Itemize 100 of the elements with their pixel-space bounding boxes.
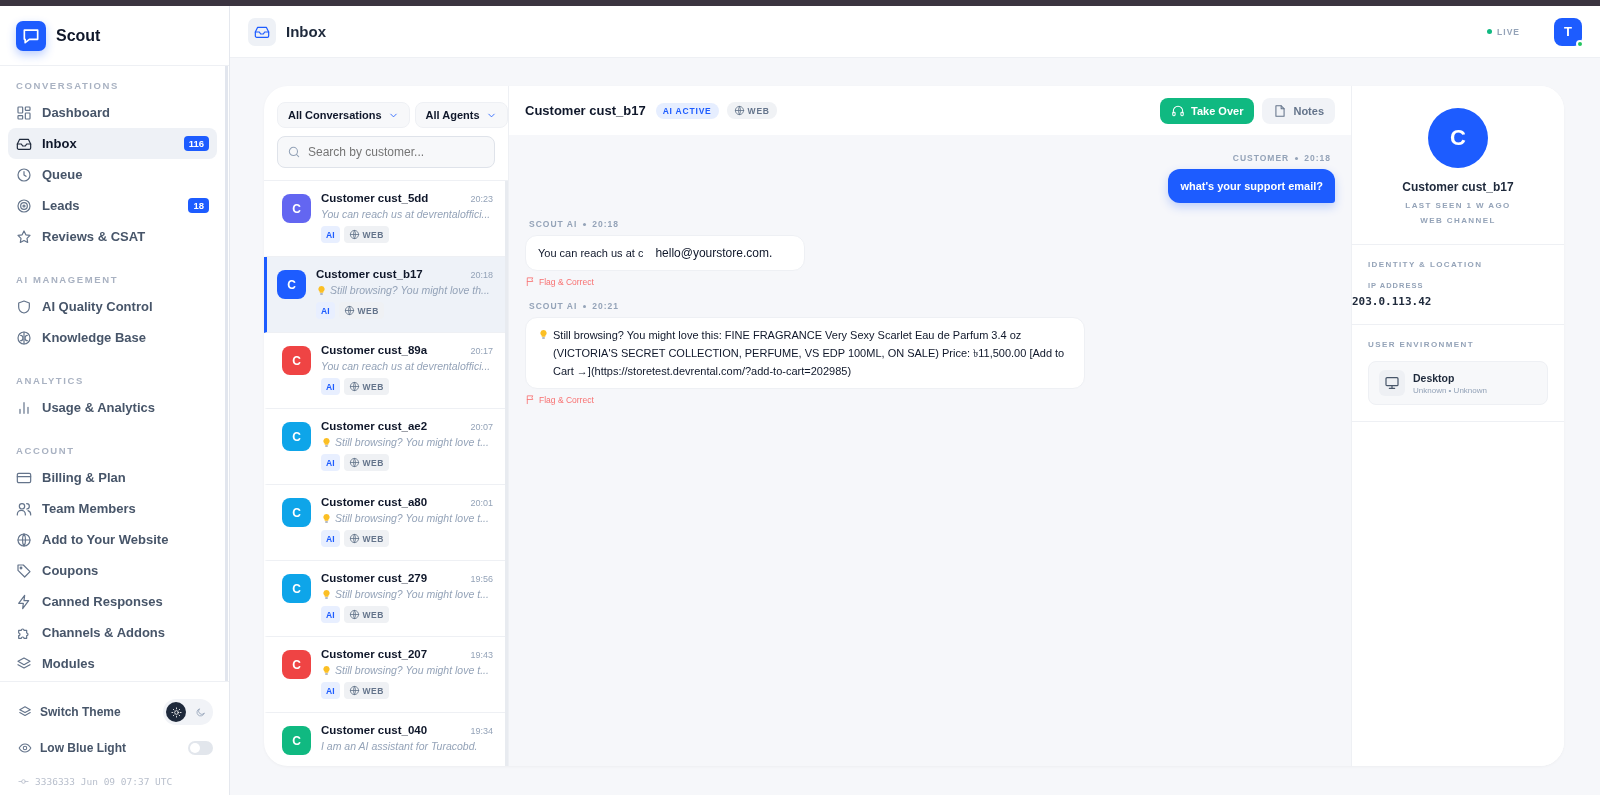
- conversation-item[interactable]: C Customer cust_a80 20:01 Still browsing? You might love t... AI WEB: [264, 485, 505, 561]
- flag-icon: [525, 394, 536, 405]
- bar-chart-icon: [16, 399, 32, 416]
- count-badge: 116: [183, 136, 209, 151]
- channel-tag: WEB: [343, 606, 389, 623]
- nav-item[interactable]: Reviews & CSAT: [8, 221, 217, 252]
- nav-item[interactable]: Team Members: [8, 493, 217, 524]
- sun-icon: [170, 706, 182, 718]
- conversation-item[interactable]: C Customer cust_207 19:43 Still browsing? You might love t... AI WEB: [264, 637, 505, 713]
- brain-icon: [16, 329, 32, 346]
- globe-icon: [348, 609, 360, 620]
- globe-icon: [733, 105, 745, 116]
- customer-name: Customer cust_a80: [321, 496, 428, 508]
- separator-dot: [583, 222, 587, 226]
- headset-icon: [1171, 103, 1186, 118]
- section-heading: USER ENVIRONMENT: [1368, 340, 1475, 349]
- ai-tag: AI: [321, 378, 340, 395]
- theme-switch[interactable]: [163, 699, 213, 725]
- conversation-title: Customer cust_b17: [525, 103, 646, 118]
- eye-comfort-label: Low Blue Light: [40, 741, 127, 755]
- globe-icon: [348, 381, 360, 392]
- message-preview: Still browsing? You might love t...: [335, 512, 489, 524]
- message-preview: Still browsing? You might love t...: [335, 436, 489, 448]
- nav-item[interactable]: Queue: [8, 159, 217, 190]
- globe-icon: [348, 229, 360, 240]
- customer-name: Customer cust_040: [321, 724, 428, 736]
- timestamp: 20:18: [1304, 153, 1331, 163]
- customer-name: Customer cust_207: [321, 648, 428, 660]
- search-field[interactable]: Search by customer...: [277, 136, 495, 168]
- conversation-item[interactable]: C Customer cust_b17 20:18 Still browsing? You might love th... AI WEB: [264, 257, 505, 333]
- message-preview: I am an AI assistant for Turacobd.: [321, 740, 478, 752]
- customer-name: Customer cust_ae2: [321, 420, 428, 432]
- separator-dot: [583, 304, 587, 308]
- user-avatar[interactable]: T: [1554, 17, 1582, 46]
- nav-item[interactable]: Billing & Plan: [8, 462, 217, 493]
- notes-button[interactable]: Notes: [1262, 97, 1335, 124]
- timestamp: 20:17: [470, 346, 493, 356]
- message-text: You can reach us at c: [538, 247, 644, 259]
- conversation-item[interactable]: C Customer cust_040 19:34 I am an AI assistant for Turacobd.: [264, 713, 505, 766]
- conversation-item[interactable]: C Customer cust_89a 20:17 You can reach us at devrentaloffici... AI WEB: [264, 333, 505, 409]
- conversation-item[interactable]: C Customer cust_ae2 20:07 Still browsing? You might love t... AI WEB: [264, 409, 505, 485]
- sender-label: SCOUT AI: [529, 301, 578, 311]
- section-heading: IDENTITY & LOCATION: [1368, 260, 1484, 269]
- timestamp: 20:01: [470, 498, 493, 508]
- section-heading: CONVERSATIONS: [15, 79, 120, 93]
- message-preview: You can reach us at devrentaloffici...: [321, 208, 491, 220]
- build-info: 3336333 Jun 09 07:37 UTC: [35, 776, 173, 787]
- shield-icon: [16, 298, 32, 315]
- page-title: Inbox: [286, 23, 326, 40]
- nav-item[interactable]: Modules: [8, 648, 217, 679]
- grid-icon: [16, 104, 32, 121]
- nav-item[interactable]: Usage & Analytics: [8, 392, 217, 423]
- timestamp: 19:56: [470, 574, 493, 584]
- count-badge: 18: [188, 198, 209, 213]
- ai-tag: AI: [321, 454, 340, 471]
- lightning-icon: [16, 593, 32, 610]
- moon-icon: [194, 706, 206, 718]
- nav-item[interactable]: Canned Responses: [8, 586, 217, 617]
- section-heading: ACCOUNT: [15, 444, 76, 458]
- nav-item[interactable]: Knowledge Base: [8, 322, 217, 353]
- separator-dot: [1295, 156, 1299, 160]
- avatar: C: [282, 650, 311, 679]
- layers-icon: [18, 705, 32, 719]
- ai-tag: AI: [321, 682, 340, 699]
- nav-item[interactable]: Dashboard: [8, 97, 217, 128]
- device-name: Desktop: [1413, 371, 1456, 384]
- filter-dropdown[interactable]: All Agents: [414, 102, 508, 128]
- toggle-switch[interactable]: [188, 741, 213, 755]
- logo-icon: [16, 20, 46, 51]
- nav-item[interactable]: Channels & Addons: [8, 617, 217, 648]
- avatar: C: [1428, 108, 1488, 168]
- customer-name: Customer cust_279: [321, 572, 428, 584]
- ai-tag: AI: [321, 606, 340, 623]
- timestamp: 20:23: [470, 194, 493, 204]
- channel-tag: WEB: [338, 302, 384, 319]
- users-icon: [16, 500, 32, 517]
- nav-item[interactable]: Coupons: [8, 555, 217, 586]
- globe-icon: [348, 457, 360, 468]
- nav-item[interactable]: Inbox 116: [8, 128, 217, 159]
- ip-address: 203.0.113.42: [1352, 295, 1433, 308]
- ai-tag: AI: [321, 530, 340, 547]
- globe-icon: [16, 531, 32, 548]
- filter-dropdown[interactable]: All Conversations: [277, 102, 410, 128]
- message-preview: Still browsing? You might love th...: [330, 284, 490, 296]
- avatar: C: [282, 346, 311, 375]
- ai-tag: AI: [321, 226, 340, 243]
- inbox-icon: [248, 17, 276, 46]
- message-preview: You can reach us at devrentaloffici...: [321, 360, 491, 372]
- conversation-item[interactable]: C Customer cust_279 19:56 Still browsing? You might love t... AI WEB: [264, 561, 505, 637]
- online-dot: [1576, 39, 1584, 48]
- flag-icon: [525, 276, 536, 287]
- section-heading: AI MANAGEMENT: [15, 273, 120, 287]
- avatar: C: [282, 422, 311, 451]
- brand-name: Scout: [56, 26, 101, 45]
- channel-tag: WEB: [343, 226, 389, 243]
- nav-item[interactable]: AI Quality Control: [8, 291, 217, 322]
- nav-item[interactable]: Leads 18: [8, 190, 217, 221]
- timestamp: 20:21: [592, 301, 620, 311]
- nav-item[interactable]: Add to Your Website: [8, 524, 217, 555]
- customer-name: Customer cust_b17: [316, 268, 423, 280]
